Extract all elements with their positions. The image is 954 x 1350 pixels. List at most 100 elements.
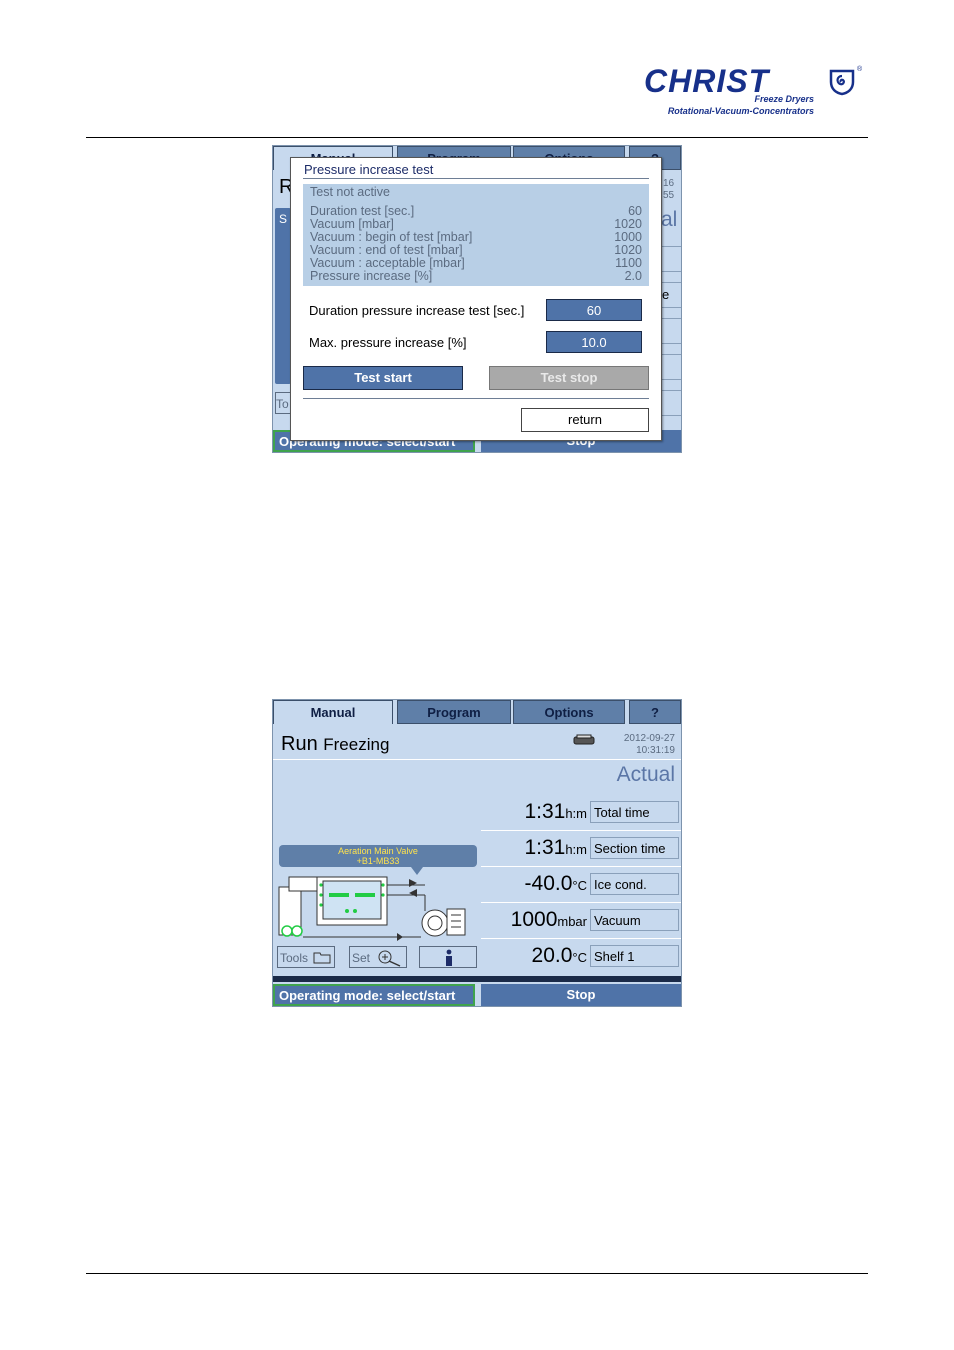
set-label: Set	[352, 951, 371, 965]
vacuum-pump-icon	[421, 909, 449, 937]
reading-unit: °C	[572, 950, 587, 965]
christ-logo-wordmark: CHRIST	[644, 64, 771, 96]
run-status: Run Freezing	[281, 733, 389, 756]
time-peek: 55	[663, 190, 675, 201]
info-label: Vacuum : end of test [mbar]	[310, 243, 463, 257]
left-panel-peek: S	[275, 208, 291, 384]
shelf-heater-left	[329, 893, 349, 897]
actual-peek: al	[661, 208, 678, 231]
logo-tagline-2: Rotational-Vacuum-Concentrators	[667, 106, 814, 116]
header-divider	[273, 759, 681, 760]
tools-button[interactable]: Tools	[277, 946, 335, 968]
test-info-panel: Test not active Duration test [sec.] 60 V…	[303, 184, 649, 286]
info-row: Pressure increase [%] 2.0	[310, 270, 642, 283]
run-label: Run	[281, 733, 318, 755]
header-rule	[86, 137, 868, 138]
screen-run-freezing: Manual Program Options ? Run Freezing 20…	[272, 699, 682, 1007]
dialog-title: Pressure increase test	[304, 162, 434, 177]
test-status: Test not active	[310, 185, 390, 199]
brand-text: CHRIST	[644, 64, 771, 96]
tab-help[interactable]: ?	[629, 700, 681, 724]
info-label: Vacuum : begin of test [mbar]	[310, 230, 473, 244]
max-increase-label: Max. pressure increase [%]	[309, 335, 467, 350]
label-peek-4	[661, 354, 681, 380]
info-button[interactable]	[419, 946, 477, 968]
shelf-label[interactable]: Shelf 1	[590, 945, 679, 967]
max-increase-input[interactable]: 10.0	[546, 331, 642, 353]
printer-icon	[573, 734, 595, 745]
tooltip-line-2: +B1-MB33	[356, 856, 400, 866]
bottom-divider	[273, 976, 681, 982]
pressure-test-dialog: Pressure increase test Test not active D…	[290, 157, 662, 441]
return-button[interactable]: return	[521, 408, 649, 432]
label-peek-3	[661, 318, 681, 344]
ice-cond-value: -40.0°C	[481, 872, 587, 896]
valve-icon-1	[409, 879, 417, 887]
reading-divider	[481, 902, 681, 903]
test-stop-button[interactable]: Test stop	[489, 366, 649, 390]
section-time-label[interactable]: Section time	[590, 837, 679, 859]
duration-label: Duration pressure increase test [sec.]	[309, 303, 525, 318]
time-text: 10:31:19	[636, 745, 675, 756]
reading-value: -40.0	[524, 872, 573, 895]
footer-rule	[86, 1273, 868, 1274]
operating-mode-bar: Operating mode: select/start	[273, 984, 475, 1006]
zoom-in-icon	[378, 950, 401, 967]
phase-label: Freezing	[323, 735, 390, 754]
shelf-heater-right	[355, 893, 375, 897]
section-time-value: 1:31h:m	[481, 836, 587, 860]
folder-icon	[313, 952, 331, 964]
reading-divider	[481, 866, 681, 867]
info-value: 2.0	[624, 269, 642, 283]
vacuum-label[interactable]: Vacuum	[590, 909, 679, 931]
shelf-value: 20.0°C	[481, 944, 587, 968]
stop-button[interactable]: Stop	[481, 984, 681, 1006]
reading-divider	[481, 938, 681, 939]
label-peek-1	[661, 246, 681, 272]
reading-divider	[481, 830, 681, 831]
freeze-dryer-diagram[interactable]	[277, 867, 473, 941]
tab-program[interactable]: Program	[397, 700, 511, 724]
tab-options[interactable]: Options	[513, 700, 625, 724]
dryer-lid	[288, 876, 320, 892]
title-divider	[303, 178, 649, 179]
duration-input[interactable]: 60	[546, 299, 642, 321]
reading-unit: °C	[572, 878, 587, 893]
reading-unit: mbar	[557, 914, 587, 929]
pump-motor	[446, 908, 466, 936]
reading-value: 1:31	[524, 800, 566, 823]
reading-value: 1:31	[524, 836, 566, 859]
label-peek-2: e	[661, 282, 681, 308]
ice-cond-label[interactable]: Ice cond.	[590, 873, 679, 895]
info-label: Pressure increase [%]	[310, 269, 433, 283]
datetime-peek: 16 55	[663, 178, 674, 202]
valve-icon-2	[409, 889, 417, 897]
tooltip-pointer	[411, 867, 423, 875]
date-text: 2012-09-27	[623, 733, 675, 744]
tab-manual[interactable]: Manual	[273, 700, 393, 724]
tools-button-peek[interactable]: To	[275, 392, 291, 414]
info-label: Duration test [sec.]	[310, 204, 415, 218]
valve-tooltip: Aeration Main Valve +B1-MB33	[279, 845, 477, 867]
reading-value: 20.0	[531, 944, 573, 967]
vacuum-value: 1000mbar	[481, 908, 587, 932]
reading-unit: h:m	[565, 842, 587, 857]
chamber-window	[322, 880, 382, 920]
tools-label: Tools	[280, 951, 309, 965]
christ-emblem-icon	[829, 69, 855, 96]
valve-icon-3	[397, 933, 403, 941]
label-peek-5	[661, 390, 681, 416]
test-start-button[interactable]: Test start	[303, 366, 463, 390]
info-label: Vacuum [mbar]	[310, 217, 394, 231]
tooltip-line-1: Aeration Main Valve	[338, 846, 418, 856]
datetime: 2012-09-27 10:31:19	[624, 733, 675, 757]
set-button[interactable]: Set	[349, 946, 407, 968]
total-time-value: 1:31h:m	[481, 800, 587, 824]
logo-tagline-1: Freeze Dryers	[754, 94, 814, 104]
date-peek: 16	[663, 178, 675, 189]
total-time-label[interactable]: Total time	[590, 801, 679, 823]
info-icon	[446, 949, 452, 966]
reading-unit: h:m	[565, 806, 587, 821]
reading-value: 1000	[510, 908, 558, 931]
info-label: Vacuum : acceptable [mbar]	[310, 256, 465, 270]
